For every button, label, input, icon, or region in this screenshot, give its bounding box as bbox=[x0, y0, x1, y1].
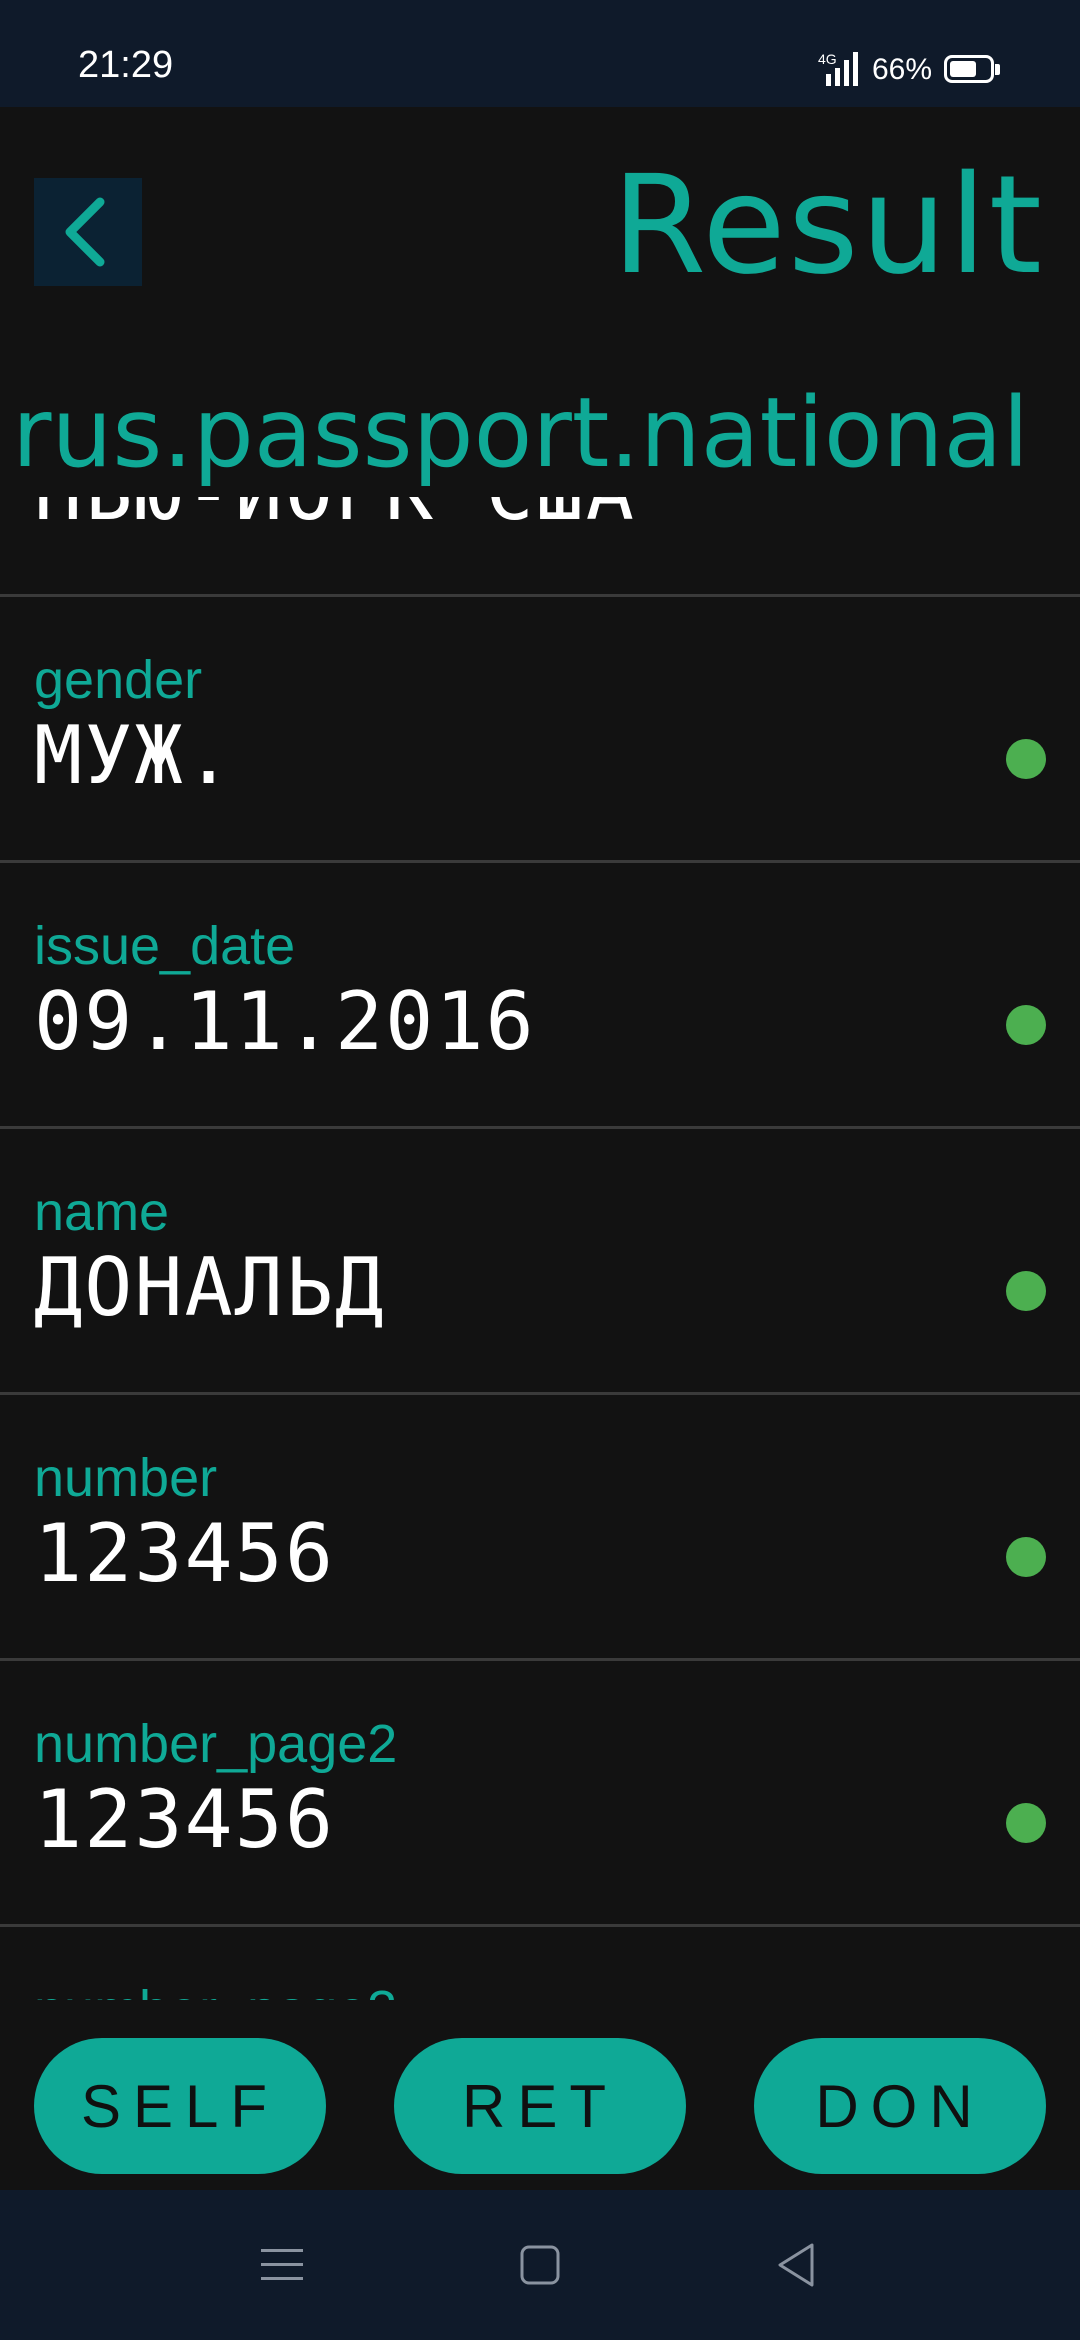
status-bar: 21:29 4G 66% bbox=[0, 0, 1080, 107]
field-label: number_page3 bbox=[34, 1979, 397, 2000]
field-label: issue_date bbox=[34, 916, 296, 976]
status-indicators: 4G 66% bbox=[808, 50, 1002, 90]
list-item: gender МУЖ. bbox=[0, 597, 1080, 863]
page-title: Result bbox=[611, 147, 1044, 305]
don-button[interactable]: DON bbox=[754, 2038, 1046, 2174]
status-ok-dot bbox=[1006, 739, 1046, 779]
field-value: 123456 bbox=[34, 1507, 335, 1600]
back-button[interactable] bbox=[34, 178, 142, 286]
field-label: number_page2 bbox=[34, 1714, 398, 1774]
self-button[interactable]: SELF bbox=[34, 2038, 326, 2174]
status-ok-dot bbox=[1006, 1537, 1046, 1577]
list-item: issue_date 09.11.2016 bbox=[0, 863, 1080, 1129]
status-ok-dot bbox=[1006, 1005, 1046, 1045]
field-value: НЬЮ-ЙОРК США bbox=[34, 497, 636, 538]
menu-icon[interactable] bbox=[252, 2235, 312, 2295]
list-item: name ДОНАЛЬД bbox=[0, 1129, 1080, 1395]
home-square-icon[interactable] bbox=[510, 2235, 570, 2295]
status-ok-dot bbox=[1006, 1803, 1046, 1843]
battery-percent: 66% bbox=[871, 53, 932, 86]
network-type-label: 4G bbox=[818, 51, 837, 67]
status-time: 21:29 bbox=[78, 44, 174, 86]
field-label: name bbox=[34, 1182, 170, 1242]
status-ok-dot bbox=[1006, 1271, 1046, 1311]
field-label: gender bbox=[34, 650, 203, 710]
system-nav-bar bbox=[0, 2190, 1080, 2340]
field-value: 09.11.2016 bbox=[34, 975, 536, 1068]
list-item: НЬЮ-ЙОРК США bbox=[0, 497, 1080, 597]
action-bar: SELF RET DON bbox=[0, 2000, 1080, 2190]
list-item: number 123456 bbox=[0, 1395, 1080, 1661]
field-value: МУЖ. bbox=[34, 709, 235, 802]
list-item: number_page2 123456 bbox=[0, 1661, 1080, 1927]
battery-icon bbox=[944, 55, 1002, 85]
field-label: number bbox=[34, 1448, 218, 1508]
field-value: ДОНАЛЬД bbox=[34, 1241, 386, 1334]
back-triangle-icon[interactable] bbox=[766, 2235, 826, 2295]
signal-4g-icon: 4G bbox=[808, 50, 860, 90]
result-list[interactable]: НЬЮ-ЙОРК США gender МУЖ. issue_date 09.1… bbox=[0, 497, 1080, 2000]
ret-button[interactable]: RET bbox=[394, 2038, 686, 2174]
chevron-left-icon bbox=[65, 197, 105, 267]
list-item: number_page3 bbox=[0, 1927, 1080, 2000]
document-type-title: rus.passport.national bbox=[12, 377, 1029, 489]
field-value: 123456 bbox=[34, 1773, 335, 1866]
